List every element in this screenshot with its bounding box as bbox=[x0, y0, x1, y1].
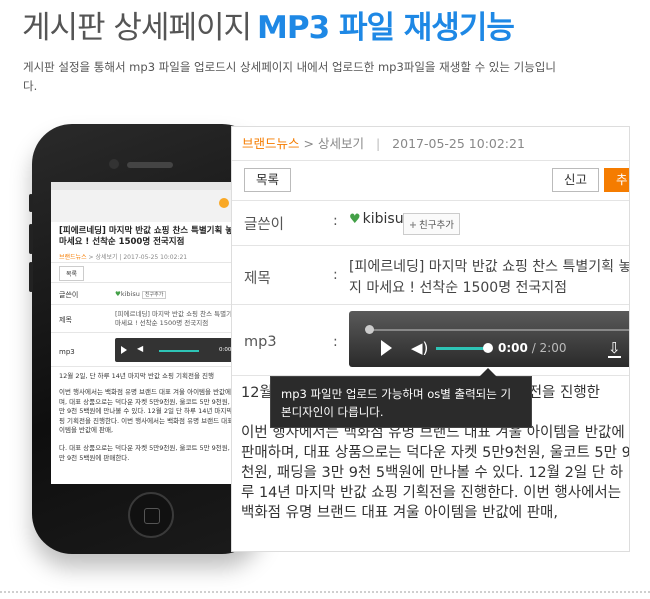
mobile-header bbox=[51, 182, 261, 222]
title-part1: 게시판 상세페이지 bbox=[22, 10, 252, 46]
volume-slider[interactable] bbox=[436, 347, 486, 350]
phone-side-button bbox=[29, 194, 33, 212]
breadcrumb-category[interactable]: 브랜드뉴스 bbox=[242, 136, 300, 151]
subject-label: 제목 bbox=[244, 271, 271, 287]
author-name[interactable]: ♥ kibisu bbox=[349, 211, 404, 227]
breadcrumb-current: 상세보기 bbox=[317, 136, 364, 151]
author-label: 글쓴이 bbox=[244, 217, 285, 233]
mobile-friend-add-button[interactable]: 친구추가 bbox=[141, 291, 167, 299]
breadcrumb: 브랜드뉴스 > 상세보기 | 2017-05-25 10:02:21 bbox=[242, 133, 525, 152]
volume-handle[interactable] bbox=[483, 343, 493, 353]
breadcrumb-separator: | bbox=[375, 136, 381, 151]
time-display: 0:00 / 2:00 bbox=[498, 341, 567, 355]
mp3-label: mp3 bbox=[244, 334, 277, 350]
mobile-body-line: 12월 2일, 단 하루 14년 마지막 반값 쇼핑 기획전을 진행 bbox=[59, 372, 214, 380]
plus-icon: + bbox=[409, 220, 417, 231]
mobile-body-paragraph: 다. 대표 상품으로는 덕다운 자켓 5만9천원, 울코트 5만 9천원, 패딩… bbox=[59, 444, 257, 462]
volume-icon[interactable]: ◀ bbox=[137, 344, 143, 353]
seek-bar[interactable] bbox=[367, 329, 629, 331]
play-icon[interactable] bbox=[121, 346, 127, 354]
mobile-body-paragraph: 이번 행사에서는 백화점 유명 브랜드 대표 겨울 아이템을 반값에 판매하며,… bbox=[59, 388, 257, 434]
phone-home-button bbox=[128, 492, 174, 538]
recommend-button[interactable]: 추 bbox=[604, 168, 629, 192]
audio-player[interactable]: ◀) 0:00 / 2:00 ⇩ bbox=[349, 311, 629, 367]
mobile-post-title: [피에르네딩] 마지막 반값 쇼핑 찬스 특별기획 놓치지 마세요 ! 선착순 … bbox=[59, 226, 249, 247]
mobile-breadcrumb: 브랜드뉴스 > 상세보기 | 2017-05-25 10:02:21 bbox=[59, 254, 188, 261]
post-subject: [피에르네딩] 마지막 반값 쇼핑 찬스 특별기획 놓치지 마세요 ! 선착순 … bbox=[349, 259, 630, 296]
mobile-author-label: 글쓴이 bbox=[59, 291, 79, 299]
add-friend-button[interactable]: + 친구추가 bbox=[403, 213, 460, 235]
mobile-mp3-label: mp3 bbox=[59, 348, 75, 356]
list-button[interactable]: 목록 bbox=[244, 168, 292, 192]
mobile-list-button[interactable]: 목록 bbox=[59, 266, 85, 281]
phone-speaker bbox=[127, 162, 173, 168]
seek-handle[interactable] bbox=[365, 325, 374, 334]
dotted-divider bbox=[0, 591, 650, 593]
volume-slider[interactable] bbox=[159, 350, 199, 352]
post-datetime: 2017-05-25 10:02:21 bbox=[392, 136, 525, 151]
report-button[interactable]: 신고 bbox=[552, 168, 600, 192]
feature-description: 게시판 설정을 통해서 mp3 파일을 업로드시 상세페이지 내에서 업로드한 … bbox=[23, 60, 556, 93]
phone-camera bbox=[109, 159, 119, 169]
body-paragraph: 이번 행사에서는 백화점 유명 브랜드 대표 겨울 아이템을 반값에 판매하며,… bbox=[241, 425, 630, 521]
detail-zoom-panel: 브랜드뉴스 > 상세보기 | 2017-05-25 10:02:21 목록 신고… bbox=[231, 126, 630, 552]
mobile-subject-label: 제목 bbox=[59, 316, 72, 324]
mp3-tooltip: mp3 파일만 업로드 가능하며 os별 출력되는 기본디자인이 다릅니다. bbox=[270, 368, 532, 428]
phone-mockup: [피에르네딩] 마지막 반값 쇼핑 찬스 특별기획 놓치지 마세요 ! 선착순 … bbox=[29, 124, 262, 554]
heart-icon: ♥ bbox=[349, 212, 361, 227]
download-icon[interactable]: ⇩ bbox=[608, 339, 621, 358]
chevron-right-icon: > bbox=[303, 136, 314, 151]
phone-side-button bbox=[29, 262, 33, 292]
phone-screen: [피에르네딩] 마지막 반값 쇼핑 찬스 특별기획 놓치지 마세요 ! 선착순 … bbox=[51, 182, 261, 484]
share-icon[interactable] bbox=[219, 198, 229, 208]
phone-side-button bbox=[29, 224, 33, 254]
page-title: 게시판 상세페이지 MP3 파일 재생기능 bbox=[22, 2, 515, 47]
title-part2: MP3 파일 재생기능 bbox=[257, 10, 515, 46]
play-icon[interactable] bbox=[381, 340, 392, 356]
volume-icon[interactable]: ◀) bbox=[411, 340, 428, 356]
